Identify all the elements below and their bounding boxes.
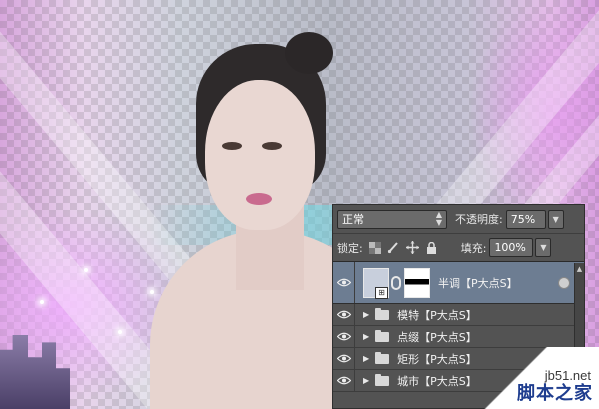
adjustment-layer-icon: ⊞ [375,286,388,299]
watermark-text: 脚本之家 [517,383,593,404]
eye-icon [336,332,351,341]
layer-row-group[interactable]: ▶ 点缀【P大点S】 [333,326,584,348]
link-chain-icon[interactable] [391,275,401,290]
visibility-toggle[interactable] [333,262,355,303]
expand-triangle-icon[interactable]: ▶ [363,354,369,363]
updown-arrows-icon: ▲ ▼ [435,210,442,227]
layer-name[interactable]: 城市【P大点S】 [397,373,477,389]
layer-row-halftone[interactable]: ⊞ 半调【P大点S】 [333,262,584,304]
lock-image-pixels-icon[interactable] [387,241,401,255]
sparkle [84,268,88,272]
sparkle [118,330,122,334]
blend-mode-select[interactable]: 正常 ▲ ▼ [337,209,447,229]
layer-name[interactable]: 半调【P大点S】 [438,275,518,291]
fill-input[interactable]: 100% [489,238,534,257]
eye-icon [336,376,351,385]
watermark: jb51.net 脚本之家 [469,347,599,409]
eye-icon [336,310,351,319]
opacity-label: 不透明度: [455,213,503,226]
folder-icon [375,329,390,342]
lock-all-icon[interactable] [425,241,439,255]
layer-name[interactable]: 矩形【P大点S】 [397,351,477,367]
lock-fill-row: 锁定: 填充: 100% ▼ [333,234,584,262]
opacity-input[interactable]: 75% [505,209,546,229]
folder-icon [375,351,390,364]
layer-style-icon[interactable] [558,276,570,289]
folder-icon [375,307,390,320]
layer-thumbnail: ⊞ [363,267,389,299]
opacity-dropdown-button[interactable]: ▼ [547,209,564,229]
layer-row-group[interactable]: ▶ 模特【P大点S】 [333,304,584,326]
expand-triangle-icon[interactable]: ▶ [363,376,369,385]
layer-name[interactable]: 模特【P大点S】 [397,307,477,323]
lock-label: 锁定: [337,241,363,255]
visibility-toggle[interactable] [333,370,355,391]
visibility-toggle[interactable] [333,348,355,369]
eye-icon [336,354,351,363]
fill-value: 100% [494,241,526,254]
layer-name[interactable]: 点缀【P大点S】 [397,329,477,345]
expand-triangle-icon[interactable]: ▶ [363,310,369,319]
opacity-value: 75% [510,212,536,226]
fill-label: 填充: [460,241,487,255]
visibility-toggle[interactable] [333,326,355,347]
lock-position-icon[interactable] [406,241,420,255]
blend-mode-value: 正常 [342,213,364,226]
fill-dropdown-button[interactable]: ▼ [535,238,552,257]
visibility-toggle[interactable] [333,304,355,325]
lock-transparent-pixels-icon[interactable] [368,241,382,255]
scroll-up-arrow-icon[interactable]: ▲ [575,263,584,275]
layer-mask-thumbnail[interactable] [404,267,430,298]
folder-icon [375,373,390,386]
expand-triangle-icon[interactable]: ▶ [363,332,369,341]
eye-icon [336,278,351,287]
sparkle [40,300,44,304]
blend-opacity-row: 正常 ▲ ▼ 不透明度: 75% ▼ [333,205,584,234]
